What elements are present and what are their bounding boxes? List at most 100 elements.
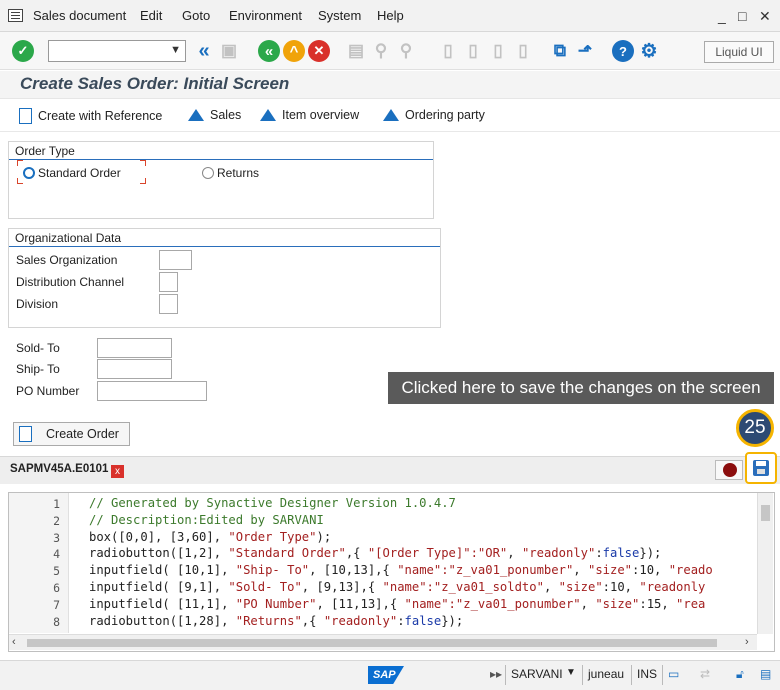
lock-icon[interactable]: 🔓︎ [736,667,744,682]
scroll-left-icon[interactable]: ‹ [12,636,16,648]
save-button[interactable] [745,452,777,484]
status-separator [631,665,632,685]
menu-sales-document[interactable]: Sales document [33,8,126,23]
cancel-icon[interactable]: ✕ [308,40,330,62]
code-token: radiobutton([1,2], [89,546,229,561]
new-session-icon[interactable]: ⧉ [549,40,571,62]
horizontal-scrollbar[interactable]: ‹ › [9,634,757,650]
help-icon[interactable]: ? [612,40,634,62]
code-token: "Standard Order" [228,546,346,561]
distribution-channel-input[interactable] [159,272,178,292]
code-token: inputfield( [11,1], [89,596,236,611]
close-window-button[interactable]: ✕ [759,8,771,25]
menu-help[interactable]: Help [377,8,404,23]
standard-order-radio[interactable] [23,167,35,179]
code-token: "name":"z_va01_soldto" [382,580,544,594]
layout-icon[interactable]: ▤ [760,667,771,681]
mountain-icon [188,109,204,121]
division-input[interactable] [159,294,178,314]
create-order-button[interactable]: Create Order [13,422,130,446]
ship-to-input[interactable] [97,359,172,379]
code-line[interactable]: inputfield( [10,1], "Ship- To", [10,13],… [89,563,713,577]
code-line[interactable]: radiobutton([1,28], "Returns",{ "readonl… [89,614,463,628]
sold-to-input[interactable] [97,338,172,358]
tooltip: Clicked here to save the changes on the … [388,372,774,404]
po-number-input[interactable] [97,381,207,401]
focus-corner [140,160,146,166]
check-icon[interactable]: ✓ [12,40,34,62]
code-token: "size" [558,580,603,594]
create-order-label: Create Order [46,427,119,441]
status-user: SARVANI [511,667,563,681]
vertical-scrollbar[interactable] [757,493,773,634]
line-number: 3 [53,530,60,545]
status-separator [662,665,663,685]
line-number: 1 [53,497,60,511]
item-overview-button[interactable]: Item overview [260,108,359,122]
code-token: "Ship- To" [235,563,310,578]
menu-system[interactable]: System [318,8,361,23]
menu-environment[interactable]: Environment [229,8,302,23]
distribution-channel-label: Distribution Channel [16,275,125,289]
exit-icon[interactable]: ^ [283,40,305,62]
menu-goto[interactable]: Goto [182,8,210,23]
code-token: : [595,546,603,561]
create-with-reference-label: Create with Reference [38,109,163,123]
code-line[interactable]: inputfield( [11,1], "PO Number", [11,13]… [89,597,705,611]
code-token: }); [639,546,662,561]
code-token: "size" [595,596,640,611]
menu-icon[interactable] [8,9,23,22]
minimize-button[interactable]: _ [718,8,726,24]
create-with-reference-button[interactable]: Create with Reference [19,108,162,124]
settings-icon[interactable]: ⚙ [638,40,660,62]
line-number: 6 [53,581,60,595]
last-page-icon: ▯ [518,41,528,60]
liquid-ui-button[interactable]: Liquid UI [704,41,774,63]
script-editor[interactable]: 1 2 3 4 5 6 7 8 // Generated by Synactive Desig… [8,492,775,652]
scroll-thumb[interactable] [27,639,717,647]
back-arrows-icon[interactable]: « [193,40,215,62]
code-token: "Sold- To" [228,580,302,594]
code-token: :10, [602,580,640,594]
code-token: "rea [676,596,706,611]
code-token: "size" [587,563,633,578]
code-token: ); [316,529,332,544]
next-page-icon: ▯ [493,41,503,60]
command-field[interactable]: ▼ [48,40,186,62]
code-line[interactable]: box([0,0], [3,60], "Order Type"); [89,530,331,544]
chevron-down-icon[interactable]: ▼ [566,667,576,678]
ordering-party-button[interactable]: Ordering party [383,108,485,122]
returns-radio[interactable] [202,167,214,179]
code-line[interactable]: inputfield( [9,1], "Sold- To", [9,13],{ … [89,580,705,594]
editor-tab[interactable]: SAPMV45A.E0101 [10,463,108,475]
returns-label: Returns [217,166,260,180]
back-icon[interactable]: « [258,40,280,62]
scroll-thumb[interactable] [761,505,770,521]
maximize-button[interactable]: □ [738,8,746,24]
order-type-title: Order Type [9,142,433,160]
find-icon: ⚲ [374,41,388,60]
code-line[interactable]: radiobutton([1,2], "Standard Order",{ "[… [89,546,661,560]
stop-button[interactable] [715,460,743,480]
code-token: "Returns" [235,613,302,628]
sales-organization-input[interactable] [159,250,192,270]
code-line[interactable]: // Generated by Synactive Designer Versi… [89,496,456,510]
line-number: 8 [53,614,60,629]
focus-corner [17,160,23,166]
application-toolbar: Create with Reference Sales Item overvie… [0,100,780,132]
menu-edit[interactable]: Edit [140,8,162,23]
scroll-right-icon[interactable]: › [745,636,749,648]
page-title: Create Sales Order: Initial Screen [20,74,290,93]
code-line[interactable]: // Description:Edited by SARVANI [89,513,324,527]
close-tab-icon[interactable]: x [111,465,124,478]
refresh-icon: ⇄ [700,667,711,681]
code-token: , [507,546,522,561]
chevron-down-icon[interactable]: ▼ [170,44,181,56]
code-token: false [602,546,640,561]
line-number: 2 [53,513,60,528]
status-icon[interactable]: ▭ [668,667,679,681]
save-icon [753,460,769,476]
shortcut-icon[interactable]: ⬏ [574,40,596,62]
sold-to-label: Sold- To [16,341,60,355]
sales-button[interactable]: Sales [188,108,241,122]
